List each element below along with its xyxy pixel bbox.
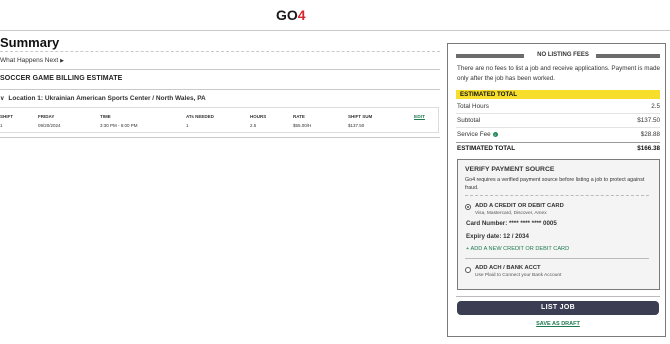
divider	[465, 195, 649, 196]
no-listing-title: NO LISTING FEES	[537, 52, 589, 58]
td-shift-sum: $137.50	[348, 123, 365, 128]
divider	[456, 127, 660, 128]
heading-bar-left	[456, 54, 524, 58]
td-rate: $55.00/H	[293, 123, 312, 128]
th-friday: FRIDAY	[38, 114, 55, 119]
td-date: 09/20/2024	[38, 123, 61, 128]
divider	[0, 137, 440, 138]
card-number: Card Number: **** **** **** 0005	[466, 220, 557, 227]
no-listing-text: There are no fees to list a job and rece…	[457, 65, 661, 82]
verify-text: Go4 requires a verified payment source b…	[465, 177, 645, 191]
what-happens-next-link[interactable]: What Happens Next ▶	[0, 57, 64, 64]
estimated-total-header-label: ESTIMATED TOTAL	[460, 91, 518, 98]
estimate-title: SOCCER GAME BILLING ESTIMATE	[0, 75, 123, 82]
logo-accent: 4	[297, 7, 306, 23]
th-shift-sum: SHIFT SUM	[348, 114, 373, 119]
estimated-total-header: ESTIMATED TOTAL	[456, 90, 660, 99]
service-fee-value: $28.88	[640, 131, 660, 138]
ach-option-title[interactable]: ADD ACH / BANK ACCT	[475, 265, 541, 271]
add-new-card-link[interactable]: + ADD A NEW CREDIT OR DEBIT CARD	[466, 246, 569, 252]
what-next-label: What Happens Next	[0, 57, 59, 64]
divider	[0, 51, 440, 52]
go4-logo[interactable]: GO4	[276, 7, 306, 23]
caret-right-icon: ▶	[60, 58, 65, 64]
save-as-draft-link[interactable]: SAVE AS DRAFT	[457, 321, 659, 327]
card-option-sub: Visa, Mastercard, Discover, Amex	[475, 211, 547, 216]
service-fee-row: Service Fee i $28.88	[457, 131, 660, 138]
ach-option-sub: Use Plaid to Connect your Bank Account	[475, 273, 562, 278]
estimated-total-label: ESTIMATED TOTAL	[457, 145, 516, 152]
expiry-date: Expiry date: 12 / 2034	[466, 233, 529, 240]
th-hours: HOURS	[250, 114, 267, 119]
location-value: Ukrainian American Sports Center / North…	[44, 95, 206, 102]
th-time: TIME	[100, 114, 111, 119]
estimated-total-value: $166.38	[637, 145, 660, 152]
divider	[465, 258, 649, 259]
no-listing-fees-heading: NO LISTING FEES	[456, 52, 660, 60]
card-option-radio[interactable]	[465, 204, 471, 210]
service-fee-label: Service Fee	[457, 131, 491, 138]
td-shift: 1	[0, 123, 3, 128]
logo-text: GO	[276, 7, 298, 23]
divider	[0, 69, 440, 70]
page-title: Summary	[0, 35, 60, 50]
td-time: 3:30 PM - 6:00 PM	[100, 123, 138, 128]
ach-option-radio[interactable]	[465, 267, 471, 273]
top-bar: GO4	[0, 0, 670, 31]
subtotal-row: Subtotal $137.50	[457, 117, 660, 124]
divider	[0, 89, 440, 90]
subtotal-value: $137.50	[637, 117, 660, 124]
total-hours-value: 2.5	[651, 103, 660, 110]
total-hours-row: Total Hours 2.5	[457, 103, 660, 110]
td-hours: 2.5	[250, 123, 257, 128]
subtotal-label: Subtotal	[457, 117, 481, 124]
th-rate: RATE	[293, 114, 305, 119]
divider	[456, 142, 660, 143]
card-option-title[interactable]: ADD A CREDIT OR DEBIT CARD	[475, 203, 564, 209]
list-job-button[interactable]: LIST JOB	[457, 301, 659, 315]
location-toggle[interactable]: ∨ Location 1: Ukrainian American Sports C…	[0, 95, 206, 102]
th-ats-needed: ATs NEEDED	[186, 114, 214, 119]
th-shift: SHIFT	[0, 114, 13, 119]
td-ats: 1	[186, 123, 189, 128]
divider	[456, 296, 660, 297]
divider	[456, 113, 660, 114]
chevron-down-icon: ∨	[0, 96, 5, 102]
heading-bar-right	[596, 54, 660, 58]
estimated-total-row: ESTIMATED TOTAL $166.38	[457, 145, 660, 152]
location-label: Location 1:	[8, 95, 44, 102]
edit-link[interactable]: EDIT	[414, 115, 425, 120]
total-hours-label: Total Hours	[457, 103, 489, 110]
verify-title: VERIFY PAYMENT SOURCE	[465, 166, 555, 173]
info-icon[interactable]: i	[492, 131, 498, 137]
shift-table: SHIFT FRIDAY TIME ATs NEEDED HOURS RATE …	[0, 107, 439, 133]
